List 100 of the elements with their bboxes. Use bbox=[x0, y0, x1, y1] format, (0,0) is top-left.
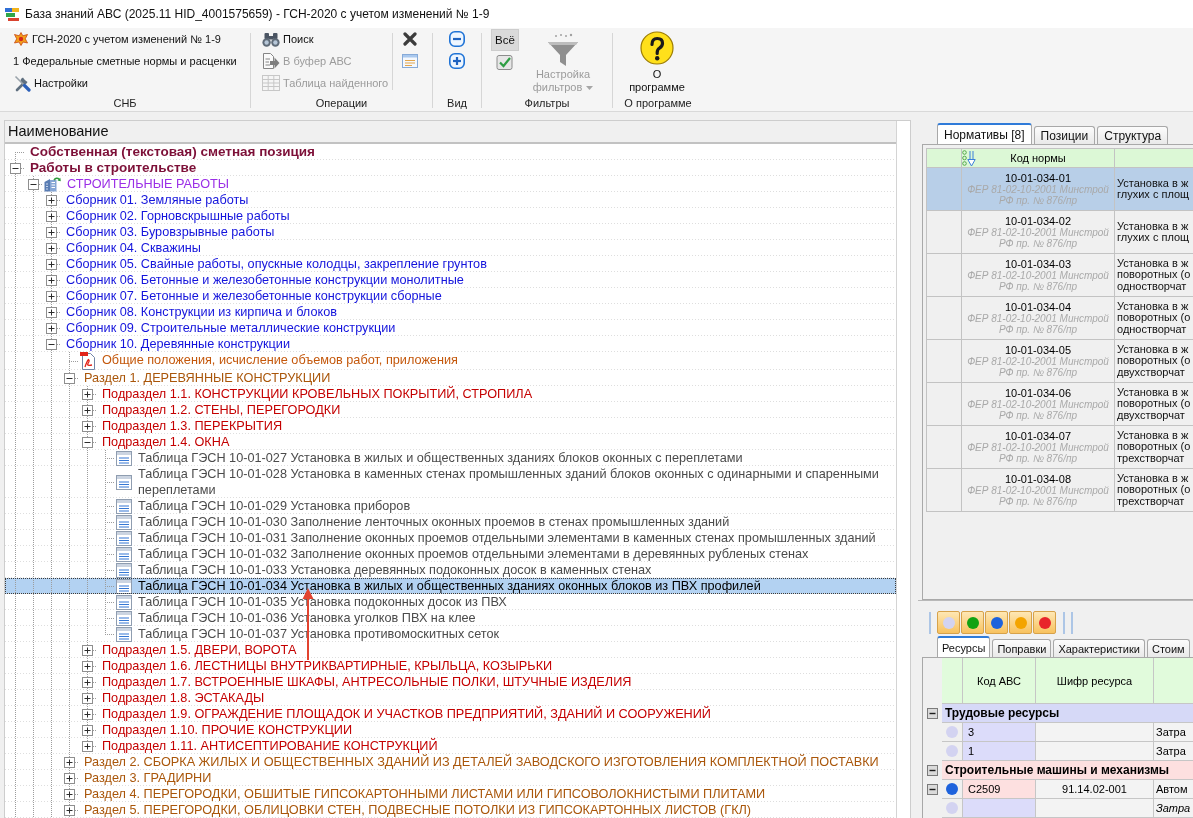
plus-icon[interactable] bbox=[82, 404, 93, 416]
minus-icon[interactable] bbox=[64, 372, 75, 384]
plus-icon[interactable] bbox=[46, 274, 57, 286]
tick-icon[interactable] bbox=[496, 53, 514, 71]
minus-icon[interactable] bbox=[28, 178, 39, 190]
tree-item[interactable]: Сборник 06. Бетонные и железобетонные конструкции монолитные bbox=[5, 272, 896, 288]
plus-icon[interactable] bbox=[46, 242, 57, 254]
tree-item[interactable]: Сборник 09. Строительные металлические конструкции bbox=[5, 320, 896, 336]
table-row[interactable]: 10-01-034-04 ФЕР 81-02-10-2001 Минстрой РФ пр. № 876/пр Установка в ж поворотных (о одностворчат bbox=[927, 297, 1193, 340]
column-header[interactable]: Код АВС bbox=[963, 658, 1036, 704]
table-row[interactable]: 10-01-034-05 ФЕР 81-02-10-2001 Минстрой РФ пр. № 876/пр Установка в ж поворотных (о двухстворчат bbox=[927, 340, 1193, 383]
tree-item[interactable]: Таблица ГЭСН 10-01-027 Установка в жилых и общественных зданиях блоков оконных с переплетами bbox=[5, 450, 896, 466]
plus-icon[interactable] bbox=[82, 388, 93, 400]
tree-item[interactable]: Сборник 10. Деревянные конструкции bbox=[5, 336, 896, 352]
tree-item[interactable]: Раздел 1. ДЕРЕВЯННЫЕ КОНСТРУКЦИИ bbox=[5, 370, 896, 386]
about-button[interactable]: О программе bbox=[617, 28, 697, 94]
tree-item[interactable]: Сборник 08. Конструкции из кирпича и блоков bbox=[5, 304, 896, 320]
plus-icon[interactable] bbox=[64, 756, 75, 768]
tab[interactable]: Структура bbox=[1097, 126, 1169, 144]
norm-set-button[interactable]: 1 Федеральные сметные нормы и расценки bbox=[10, 50, 240, 72]
minus-icon[interactable] bbox=[927, 765, 938, 776]
column-header[interactable]: Наименование bbox=[5, 121, 896, 144]
table-row[interactable]: 10-01-034-06 ФЕР 81-02-10-2001 Минстрой РФ пр. № 876/пр Установка в ж поворотных (о двухстворчат bbox=[927, 383, 1193, 426]
tree-item[interactable]: Таблица ГЭСН 10-01-029 Установка приборов bbox=[5, 498, 896, 514]
plus-icon[interactable] bbox=[82, 708, 93, 720]
tree-item[interactable]: Общие положения, исчисление объемов работ, приложения bbox=[5, 352, 896, 370]
tree-item[interactable]: Сборник 05. Свайные работы, опускные колодцы, закрепление грунтов bbox=[5, 256, 896, 272]
tree-item[interactable]: Сборник 02. Горновскрышные работы bbox=[5, 208, 896, 224]
tree-item[interactable]: Подраздел 1.9. ОГРАЖДЕНИЕ ПЛОЩАДОК И УЧАСТКОВ ПРЕДПРИЯТИЙ, ЗДАНИЙ И СООРУЖЕНИЙ bbox=[5, 706, 896, 722]
tree-item[interactable]: Таблица ГЭСН 10-01-031 Заполнение оконных проемов отдельными элементами в каменных стенах промышленных зданий bbox=[5, 530, 896, 546]
search-button[interactable]: Поиск bbox=[259, 28, 317, 50]
tree-item[interactable]: Таблица ГЭСН 10-01-033 Установка деревянных подоконных досок в каменных стенах bbox=[5, 562, 896, 578]
tab[interactable]: Характеристики bbox=[1053, 639, 1145, 657]
tab[interactable]: Ресурсы bbox=[937, 636, 991, 657]
tab[interactable]: Стоим bbox=[1146, 639, 1190, 657]
tab[interactable]: Позиции bbox=[1033, 126, 1096, 144]
plus-icon[interactable] bbox=[82, 420, 93, 432]
minus-icon[interactable] bbox=[82, 436, 93, 448]
tree-item[interactable]: Сборник 04. Скважины bbox=[5, 240, 896, 256]
table-row[interactable]: 10-01-034-08 ФЕР 81-02-10-2001 Минстрой РФ пр. № 876/пр Установка в ж поворотных (о трехстворчат bbox=[927, 469, 1193, 512]
plus-icon[interactable] bbox=[82, 740, 93, 752]
plus-icon[interactable] bbox=[46, 210, 57, 222]
filter-button[interactable] bbox=[961, 611, 984, 634]
minus-icon[interactable] bbox=[10, 162, 21, 174]
plus-icon[interactable] bbox=[82, 676, 93, 688]
plus-icon[interactable] bbox=[46, 194, 57, 206]
plus-icon[interactable] bbox=[64, 788, 75, 800]
plus-icon[interactable] bbox=[46, 290, 57, 302]
filter-button[interactable] bbox=[985, 611, 1008, 634]
filter-button[interactable] bbox=[1033, 611, 1056, 634]
norm-source: ФЕР 81-02-10-2001 Минстрой РФ пр. № 876/пр bbox=[966, 484, 1110, 508]
tree-item[interactable]: Раздел 5. ПЕРЕГОРОДКИ, ОБЛИЦОВКИ СТЕН, ПОДВЕСНЫЕ ПОТОЛКИ ИЗ ГИПСОКАРТОННЫХ ЛИСТОВ (ГКЛ) bbox=[5, 802, 896, 818]
tree-item[interactable]: Подраздел 1.7. ВСТРОЕННЫЕ ШКАФЫ, АНТРЕСОЛЬНЫЕ ПОЛКИ, ШТУЧНЫЕ ИЗДЕЛИЯ bbox=[5, 674, 896, 690]
minus-icon[interactable] bbox=[46, 338, 57, 350]
tree-item[interactable]: Работы в строительстве bbox=[5, 160, 896, 176]
cross-icon[interactable] bbox=[403, 32, 417, 46]
column-header bbox=[942, 658, 963, 704]
tree-item[interactable]: Собственная (текстовая) сметная позиция bbox=[5, 144, 896, 160]
tree-item[interactable]: Раздел 4. ПЕРЕГОРОДКИ, ОБШИТЫЕ ГИПСОКАРТОННЫМИ ЛИСТАМИ ИЛИ ГИПСОВОЛОКНИСТЫМИ ПЛИТАМИ bbox=[5, 786, 896, 802]
all-toggle-button[interactable]: Всё bbox=[491, 29, 519, 51]
plus-icon[interactable] bbox=[46, 226, 57, 238]
tree-item[interactable]: Подраздел 1.11. АНТИСЕПТИРОВАНИЕ КОНСТРУКЦИЙ bbox=[5, 738, 896, 754]
minus-icon[interactable] bbox=[927, 784, 938, 795]
tab[interactable]: Поправки bbox=[992, 639, 1052, 657]
table-cell: С2509 bbox=[963, 780, 1036, 799]
tree-item[interactable]: Таблица ГЭСН 10-01-030 Заполнение ленточных оконных проемов в стенах промышленных зданий bbox=[5, 514, 896, 530]
norm-source: ФЕР 81-02-10-2001 Минстрой РФ пр. № 876/пр bbox=[966, 183, 1110, 207]
plus-icon[interactable] bbox=[82, 660, 93, 672]
tree-item[interactable]: Подраздел 1.5. ДВЕРИ, ВОРОТА bbox=[5, 642, 896, 658]
plus-icon[interactable] bbox=[46, 258, 57, 270]
norm-source: ФЕР 81-02-10-2001 Минстрой РФ пр. № 876/пр bbox=[966, 312, 1110, 336]
plus-icon[interactable] bbox=[64, 804, 75, 816]
tree-item[interactable]: Подраздел 1.2. СТЕНЫ, ПЕРЕГОРОДКИ bbox=[5, 402, 896, 418]
tree-item[interactable]: Подраздел 1.3. ПЕРЕКРЫТИЯ bbox=[5, 418, 896, 434]
tree-item[interactable]: Сборник 07. Бетонные и железобетонные конструкции сборные bbox=[5, 288, 896, 304]
norm-base-button[interactable]: ГСН-2020 с учетом изменений № 1-9 bbox=[10, 28, 224, 50]
plus-icon[interactable] bbox=[64, 772, 75, 784]
tree-item[interactable]: Подраздел 1.4. ОКНА bbox=[5, 434, 896, 450]
tree-item[interactable]: Подраздел 1.1. КОНСТРУКЦИИ КРОВЕЛЬНЫХ ПОКРЫТИЙ, СТРОПИЛА bbox=[5, 386, 896, 402]
tree-item[interactable]: Таблица ГЭСН 10-01-032 Заполнение оконных проемов отдельными элементами в деревянных рубленых стенах bbox=[5, 546, 896, 562]
minus-icon[interactable] bbox=[927, 708, 938, 719]
tree-item[interactable]: Подраздел 1.6. ЛЕСТНИЦЫ ВНУТРИКВАРТИРНЫЕ, КРЫЛЬЦА, КОЗЫРЬКИ bbox=[5, 658, 896, 674]
tree-item[interactable]: Сборник 01. Земляные работы bbox=[5, 192, 896, 208]
plus-icon[interactable] bbox=[82, 692, 93, 704]
table-row[interactable]: 10-01-034-03 ФЕР 81-02-10-2001 Минстрой РФ пр. № 876/пр Установка в ж поворотных (о одностворчат bbox=[927, 254, 1193, 297]
plus-icon[interactable] bbox=[82, 724, 93, 736]
settings-button[interactable]: Настройки bbox=[10, 72, 91, 94]
tree-item[interactable]: Раздел 3. ГРАДИРНИ bbox=[5, 770, 896, 786]
tree-item[interactable]: Раздел 2. СБОРКА ЖИЛЫХ И ОБЩЕСТВЕННЫХ ЗДАНИЙ ИЗ ДЕТАЛЕЙ ЗАВОДСКОГО ИЗГОТОВЛЕНИЯ КОМПЛЕКТНОЙ ПОСТАВКИ bbox=[5, 754, 896, 770]
tree-item[interactable]: СТРОИТЕЛЬНЫЕ РАБОТЫ bbox=[5, 176, 896, 192]
plus-icon[interactable] bbox=[82, 644, 93, 656]
tree-item[interactable]: Таблица ГЭСН 10-01-028 Установка в каменных стенах промышленных зданий блоков оконных с одинарными и спаренными переплетами bbox=[5, 466, 896, 498]
tab[interactable]: Нормативы [8] bbox=[937, 123, 1032, 144]
tree-item[interactable]: Подраздел 1.8. ЭСТАКАДЫ bbox=[5, 690, 896, 706]
tree-item[interactable]: Сборник 03. Буровзрывные работы bbox=[5, 224, 896, 240]
column-header[interactable]: Шифр ресурса bbox=[1036, 658, 1154, 704]
table-row[interactable]: 10-01-034-07 ФЕР 81-02-10-2001 Минстрой РФ пр. № 876/пр Установка в ж поворотных (о трехстворчат bbox=[927, 426, 1193, 469]
plus-icon[interactable] bbox=[46, 322, 57, 334]
tree-item[interactable]: Подраздел 1.10. ПРОЧИЕ КОНСТРУКЦИИ bbox=[5, 722, 896, 738]
plus-icon[interactable] bbox=[46, 306, 57, 318]
